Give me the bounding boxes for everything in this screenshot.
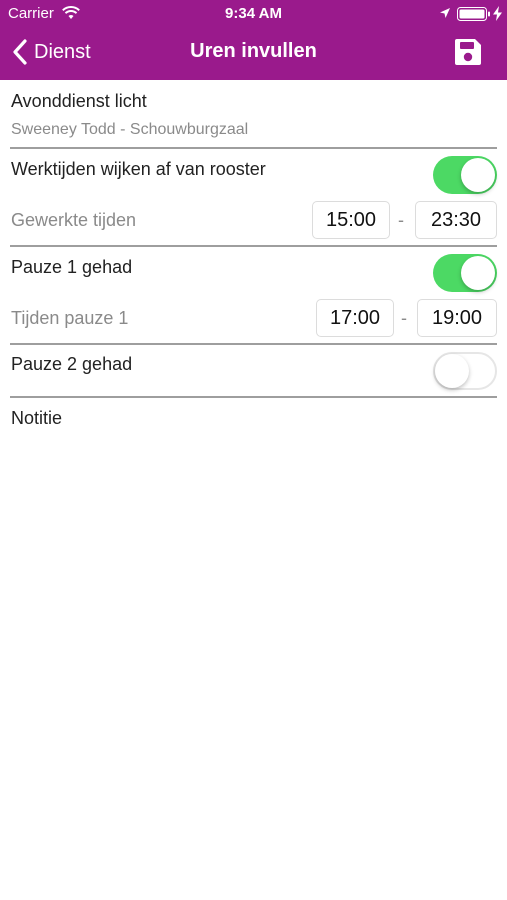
pause2-toggle[interactable] [433, 352, 497, 390]
divider [10, 396, 497, 398]
time-separator: - [398, 210, 404, 230]
work-times-toggle-label: Werktijden wijken af van rooster [11, 159, 266, 179]
shift-title: Avonddienst licht [11, 91, 147, 111]
work-times-toggle[interactable] [433, 156, 497, 194]
pause1-toggle[interactable] [433, 254, 497, 292]
work-times-label: Gewerkte tijden [11, 210, 137, 230]
pause1-start-time-field[interactable]: 17:00 [316, 299, 394, 337]
pause2-toggle-label: Pauze 2 gehad [11, 354, 133, 374]
status-time: 9:34 AM [225, 5, 282, 22]
charging-bolt-icon [493, 6, 502, 21]
pause1-times-label: Tijden pauze 1 [11, 308, 129, 328]
divider [10, 147, 497, 149]
note-label[interactable]: Notitie [11, 408, 62, 429]
work-end-time-field[interactable]: 23:30 [415, 201, 497, 239]
navigation-header: Carrier 9:34 AM Dienst Uren invullen [0, 0, 507, 80]
pause1-toggle-label: Pauze 1 gehad [11, 257, 133, 277]
save-icon[interactable] [454, 38, 482, 66]
divider [10, 343, 497, 345]
toggle-knob [435, 354, 469, 388]
time-separator: - [401, 308, 407, 328]
battery-icon [457, 7, 490, 21]
toggle-knob [461, 256, 495, 290]
page-title: Uren invullen [190, 40, 317, 62]
location-arrow-icon [440, 8, 450, 18]
work-start-time-field[interactable]: 15:00 [312, 201, 390, 239]
toggle-knob [461, 158, 495, 192]
pause1-end-time-field[interactable]: 19:00 [417, 299, 497, 337]
shift-subtitle: Sweeney Todd - Schouwburgzaal [11, 121, 249, 138]
status-bar: Carrier 9:34 AM [0, 0, 507, 28]
divider [10, 245, 497, 247]
